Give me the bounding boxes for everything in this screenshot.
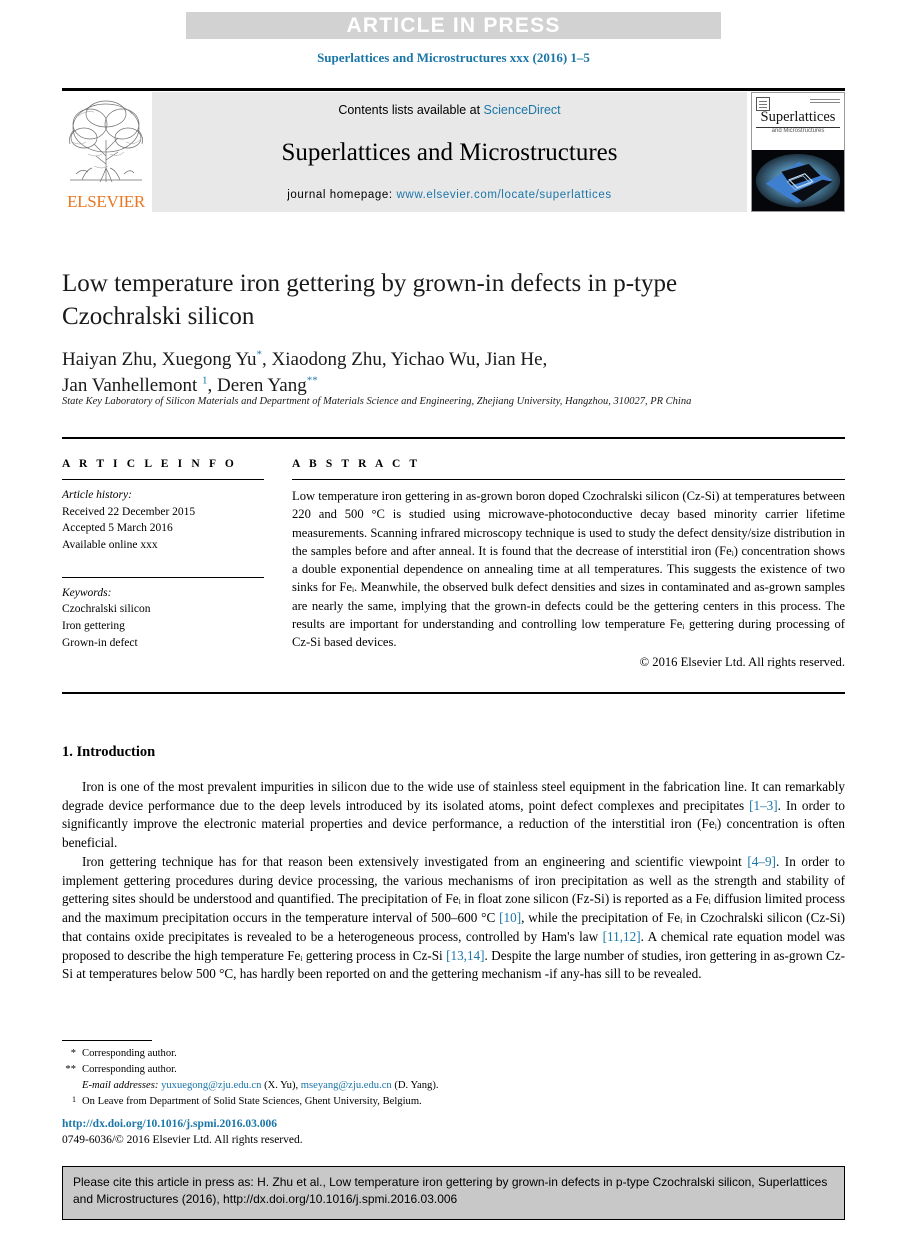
article-info-rule: [62, 479, 264, 480]
footnote-text-2: Corresponding author.: [82, 1064, 177, 1076]
citation-link-1-3[interactable]: [1–3]: [749, 798, 778, 813]
abstract-column: A B S T R A C T Low temperature iron get…: [292, 458, 845, 672]
abstract-rule: [292, 479, 845, 480]
article-in-press-label: ARTICLE IN PRESS: [346, 13, 561, 37]
article-info-heading: A R T I C L E I N F O: [62, 458, 237, 470]
para2-part-a: Iron gettering technique has for that re…: [82, 853, 748, 869]
sciencedirect-link[interactable]: ScienceDirect: [484, 103, 561, 117]
paragraph-1: Iron is one of the most prevalent impuri…: [62, 778, 845, 853]
para1-part-a: Iron is one of the most prevalent impuri…: [62, 779, 845, 813]
article-in-press-banner: ARTICLE IN PRESS: [186, 12, 721, 39]
section-title-introduction: 1. Introduction: [62, 744, 156, 760]
keywords-label: Keywords:: [62, 586, 112, 599]
footnote-mark-1: *: [70, 1048, 76, 1059]
email-name-2: (D. Yang).: [391, 1080, 439, 1092]
cover-artwork: [752, 149, 844, 211]
abstract-heading: A B S T R A C T: [292, 458, 421, 470]
journal-cover-thumbnail: Superlattices and Microstructures: [751, 92, 845, 212]
journal-homepage-line: journal homepage: www.elsevier.com/locat…: [152, 189, 747, 201]
article-first-page: ARTICLE IN PRESS Superlattices and Micro…: [0, 0, 907, 1238]
page-title: Low temperature iron gettering by grown-…: [62, 270, 678, 330]
article-history-accepted: Accepted 5 March 2016: [62, 522, 173, 535]
journal-masthead: Superlattices and Microstructures xxx (2…: [317, 50, 590, 65]
email-link-2[interactable]: mseyang@zju.edu.cn: [301, 1080, 392, 1091]
keyword-item-3: Grown-in defect: [62, 636, 138, 649]
keyword-item-2: Iron gettering: [62, 620, 125, 633]
doi-link[interactable]: http://dx.doi.org/10.1016/j.spmi.2016.03…: [62, 1118, 277, 1130]
contents-box: Contents lists available at ScienceDirec…: [152, 92, 747, 212]
footnotes: * Corresponding author. ** Corresponding…: [62, 1046, 845, 1113]
contents-prefix: Contents lists available at: [338, 103, 484, 117]
homepage-url-link[interactable]: www.elsevier.com/locate/superlattices: [397, 189, 612, 201]
homepage-prefix: journal homepage:: [287, 189, 397, 201]
article-info-column: A R T I C L E I N F O Article history: R…: [62, 458, 292, 672]
footnote-text-1: Corresponding author.: [82, 1048, 177, 1059]
please-cite-box: Please cite this article in press as: H.…: [62, 1166, 845, 1220]
contents-available-line: Contents lists available at ScienceDirec…: [152, 103, 747, 117]
author-names-b: , Xiaodong Zhu, Yichao Wu, Jian He,: [262, 349, 548, 370]
cover-title: Superlattices: [760, 109, 836, 125]
cover-image-area: [752, 149, 844, 211]
journal-header: ELSEVIER Contents lists available at Sci…: [62, 92, 845, 212]
article-history-label: Article history:: [62, 489, 132, 501]
footnote-row-1: * Corresponding author.: [62, 1046, 845, 1062]
please-cite-text: Please cite this article in press as: H.…: [73, 1175, 828, 1207]
email-link-1[interactable]: yuxuegong@zju.edu.cn: [161, 1080, 261, 1091]
header-top-rule: [62, 88, 845, 91]
article-history-online: Available online xxx: [62, 539, 158, 552]
info-abstract-row: A R T I C L E I N F O Article history: R…: [62, 458, 845, 672]
footnote-row-emails: E-mail addresses: yuxuegong@zju.edu.cn (…: [62, 1078, 845, 1094]
issn-copyright-line: 0749-6036/© 2016 Elsevier Ltd. All right…: [62, 1134, 303, 1146]
authors-line-1: Haiyan Zhu, Xuegong Yu*, Xiaodong Zhu, Y…: [62, 349, 547, 370]
cover-subtitle: and Microstructures: [771, 128, 825, 135]
elsevier-logo: ELSEVIER: [62, 92, 150, 212]
footnote-mark-3-sup: 1: [72, 1095, 76, 1105]
article-history-received: Received 22 December 2015: [62, 505, 196, 518]
elsevier-wordmark: ELSEVIER: [67, 193, 145, 210]
abstract-bottom-rule: [62, 692, 845, 694]
cover-issn-text: [810, 98, 840, 103]
footnote-row-2: ** Corresponding author.: [62, 1062, 845, 1078]
journal-title: Superlattices and Microstructures: [281, 139, 618, 166]
email-name-1: (X. Yu),: [261, 1080, 301, 1092]
elsevier-tree-icon: [69, 100, 143, 183]
email-addresses-label: E-mail addresses:: [82, 1080, 159, 1092]
keywords-rule: [62, 576, 264, 578]
abstract-top-rule: [62, 437, 845, 439]
author-list: Haiyan Zhu, Xuegong Yu*, Xiaodong Zhu, Y…: [62, 347, 802, 399]
author-footnote-mark-3[interactable]: **: [307, 375, 318, 387]
keyword-item-1: Czochralski silicon: [62, 603, 151, 616]
footnote-mark-email: [62, 1078, 82, 1094]
footnote-rule: [62, 1040, 152, 1041]
footnote-mark-3: 1: [62, 1094, 82, 1113]
cover-top-area: Superlattices and Microstructures: [752, 93, 844, 150]
citation-link-4-9[interactable]: [4–9]: [747, 854, 776, 869]
citation-link-13-14[interactable]: [13,14]: [446, 948, 484, 963]
author-names-a: Haiyan Zhu, Xuegong Yu: [62, 349, 257, 370]
footnote-row-3: 1 On Leave from Department of Solid Stat…: [62, 1094, 845, 1113]
abstract-text: Low temperature iron gettering in as-gro…: [292, 489, 845, 649]
citation-link-11-12[interactable]: [11,12]: [603, 929, 641, 944]
paragraph-2: Iron gettering technique has for that re…: [62, 853, 845, 984]
body-content: Iron is one of the most prevalent impuri…: [62, 778, 845, 984]
citation-link-10[interactable]: [10]: [499, 910, 521, 925]
affiliation: State Key Laboratory of Silicon Material…: [62, 396, 692, 407]
abstract-copyright: © 2016 Elsevier Ltd. All rights reserved…: [639, 655, 845, 670]
footnote-text-3: On Leave from Department of Solid State …: [82, 1096, 422, 1108]
footnote-mark-2: **: [65, 1064, 76, 1076]
footnote-emails: E-mail addresses: yuxuegong@zju.edu.cn (…: [82, 1078, 845, 1094]
